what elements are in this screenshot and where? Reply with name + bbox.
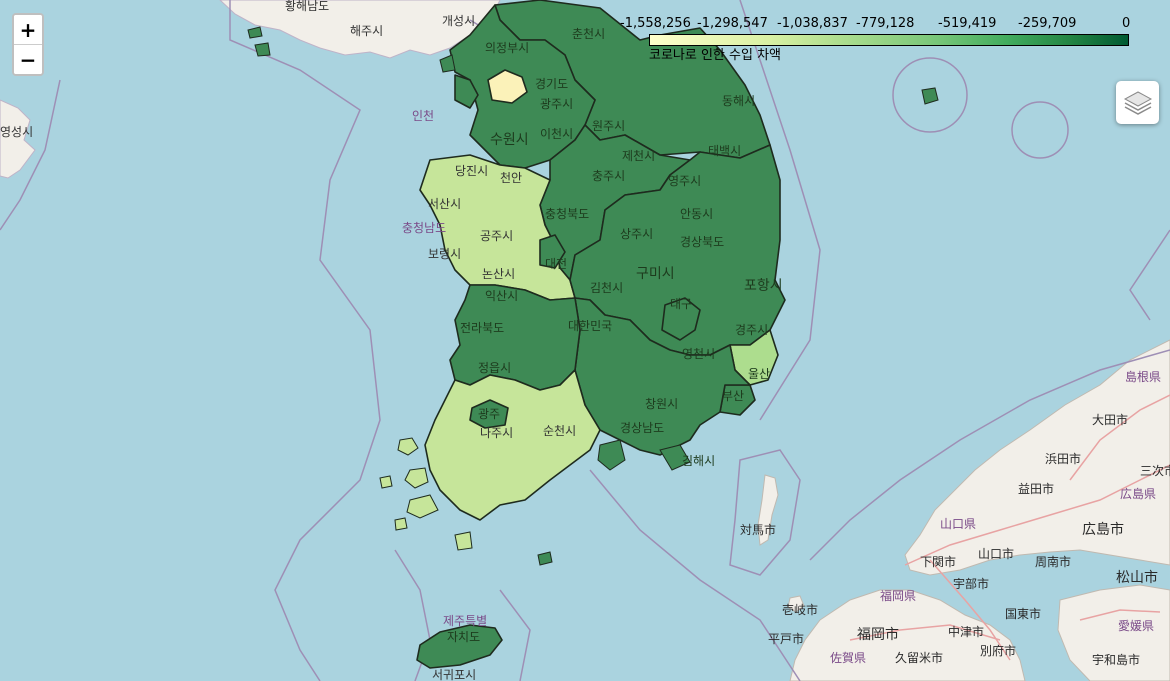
label-shimonoseki: 下関市	[920, 554, 956, 569]
label-uijeongbu: 의정부시	[485, 41, 529, 55]
label-yamaguchi-pref: 山口県	[940, 517, 976, 531]
label-gyeonggi: 경기도	[535, 77, 568, 91]
label-china-city: 영성시	[0, 125, 33, 139]
label-chuncheon: 춘천시	[572, 26, 605, 41]
label-jeju-2: 자치도	[447, 630, 480, 644]
label-hamada: 浜田市	[1045, 451, 1081, 466]
label-pohang: 포항시	[744, 278, 783, 294]
label-daejeon: 대전	[545, 257, 567, 271]
layers-button[interactable]	[1116, 81, 1159, 124]
legend-caption: 코로나로 인한 수입 차액	[649, 48, 781, 63]
label-busan: 부산	[722, 389, 744, 403]
label-nakatsu: 中津市	[948, 624, 984, 639]
label-wonju: 원주시	[592, 119, 625, 133]
label-boryeong: 보령시	[428, 247, 461, 261]
label-sangju: 상주시	[620, 227, 653, 241]
label-matsuyama: 松山市	[1116, 569, 1158, 586]
label-incheon: 인천	[412, 108, 434, 123]
label-masuda: 益田市	[1018, 481, 1054, 496]
label-cheonan: 천안	[500, 170, 522, 185]
label-haeju: 해주시	[350, 24, 383, 38]
label-nonsan: 논산시	[482, 267, 515, 281]
label-gongju: 공주시	[480, 229, 513, 243]
legend-tick: -1,558,256	[620, 16, 691, 31]
label-hwanghae: 황해남도	[285, 0, 329, 13]
label-donghae: 동해시	[722, 94, 755, 108]
label-gimhae: 김해시	[682, 454, 715, 468]
zoom-out-button[interactable]: −	[14, 44, 42, 74]
label-jeju-1: 제주특별	[443, 614, 487, 628]
label-gyeongbuk: 경상북도	[680, 235, 724, 249]
legend-tick: -519,419	[938, 16, 997, 31]
legend-tick: -1,298,547	[697, 16, 768, 31]
legend-tick: -779,128	[856, 16, 915, 31]
label-kunisaki: 国東市	[1005, 606, 1041, 621]
label-hirado: 平戸市	[768, 631, 804, 646]
label-yamaguchi: 山口市	[978, 546, 1014, 561]
label-andong: 안동시	[680, 207, 713, 221]
label-yeongcheon: 영천시	[682, 346, 715, 361]
label-seosan: 서산시	[428, 197, 461, 211]
label-iksan: 익산시	[485, 289, 518, 303]
label-uwajima: 宇和島市	[1092, 652, 1140, 667]
color-legend: -1,558,256 -1,298,547 -1,038,837 -779,12…	[620, 14, 1140, 64]
label-suwon: 수원시	[490, 132, 529, 148]
label-tsushima: 対馬市	[740, 522, 776, 537]
label-daegu: 대구	[670, 297, 692, 311]
label-gwangju: 광주	[478, 407, 500, 421]
label-gimcheon: 김천시	[590, 280, 623, 295]
label-kurume: 久留米市	[895, 650, 943, 665]
label-gyeongju: 경주시	[735, 323, 768, 337]
label-fukuoka-pref: 福岡県	[880, 588, 916, 603]
label-jeonbuk: 전라북도	[460, 321, 504, 335]
label-ulsan: 울산	[748, 367, 770, 381]
label-yeongju: 영주시	[668, 174, 701, 188]
label-jecheon: 제천시	[622, 148, 655, 163]
label-gyeongnam: 경상남도	[620, 421, 664, 435]
layers-icon	[1123, 90, 1152, 115]
label-naju: 나주시	[480, 426, 513, 440]
label-beppu: 別府市	[980, 643, 1016, 658]
label-oda: 大田市	[1092, 412, 1128, 427]
map-canvas[interactable]: 황해남도 해주시 개성시 의정부시 춘천시 경기도 광주시 이천시 원주시 동해…	[0, 0, 1170, 681]
label-jeongeup: 정읍시	[478, 361, 511, 375]
label-gumi: 구미시	[636, 266, 675, 282]
label-chungnam: 충청남도	[402, 221, 446, 235]
legend-tick: -259,709	[1018, 16, 1077, 31]
label-saga: 佐賀県	[830, 651, 866, 665]
label-chungbuk: 충청북도	[545, 207, 589, 221]
label-gwangju-si: 광주시	[540, 97, 573, 111]
label-iki: 壱岐市	[782, 602, 818, 617]
label-shimane: 島根県	[1125, 369, 1161, 384]
label-hiroshima: 広島市	[1082, 521, 1124, 538]
label-chungju: 충주시	[592, 169, 625, 183]
label-shunan: 周南市	[1035, 554, 1071, 569]
label-icheon: 이천시	[540, 126, 573, 141]
label-ube: 宇部市	[953, 576, 989, 591]
legend-tick: -1,038,837	[777, 16, 848, 31]
label-suncheon: 순천시	[543, 423, 576, 438]
zoom-in-button[interactable]: +	[14, 15, 42, 44]
label-seogwipo: 서귀포시	[432, 668, 476, 681]
label-dangjin: 당진시	[455, 164, 488, 178]
label-korea: 대한민국	[568, 319, 612, 333]
label-changwon: 창원시	[645, 397, 678, 411]
label-fukuoka: 福岡市	[857, 626, 899, 643]
label-ehime: 愛媛県	[1118, 619, 1154, 633]
label-miyoshi: 三次市	[1140, 463, 1170, 478]
label-hiroshima-pref: 広島県	[1120, 486, 1156, 501]
zoom-control: + −	[12, 13, 44, 76]
label-taebaek: 태백시	[708, 144, 741, 158]
label-kaesong: 개성시	[442, 14, 475, 28]
legend-tick: 0	[1122, 16, 1131, 31]
